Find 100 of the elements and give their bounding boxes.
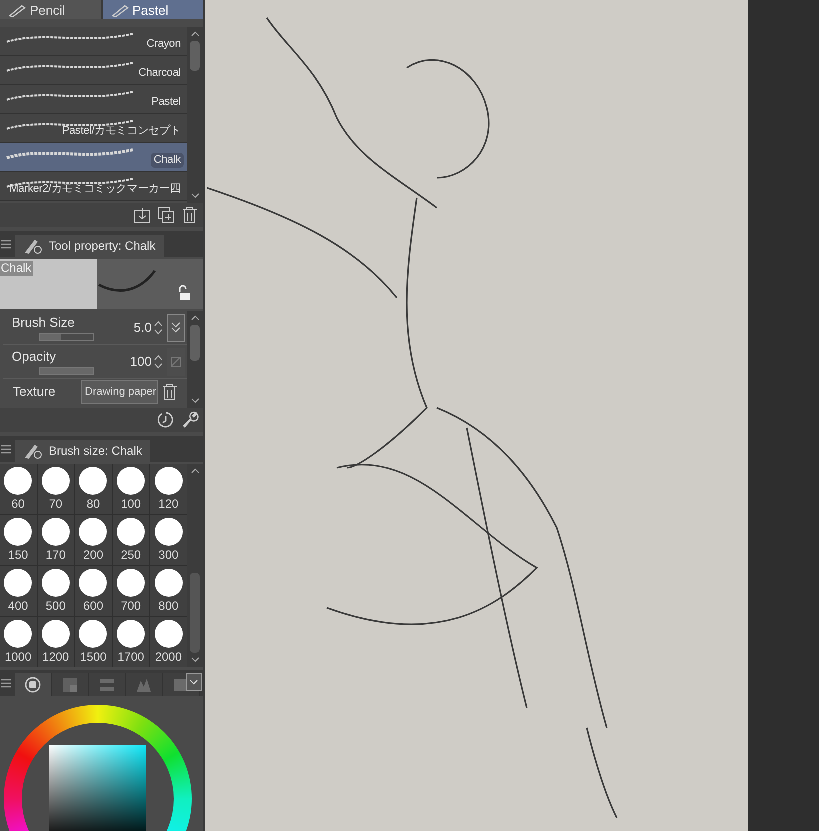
color-wheel-icon [24, 676, 42, 694]
menu-icon[interactable] [1, 444, 11, 454]
brush-tip-icon [42, 467, 70, 495]
color-panel-tab[interactable] [15, 673, 52, 696]
reset-icon[interactable] [157, 411, 175, 429]
scroll-up-icon[interactable] [190, 468, 200, 474]
color-square[interactable] [49, 745, 146, 831]
size-label: 1000 [4, 650, 32, 664]
brush-size-preset[interactable]: 1000 [0, 617, 37, 667]
color-panel-tab[interactable] [52, 673, 89, 696]
size-label: 1700 [118, 650, 144, 664]
brush-tip-icon [42, 620, 70, 648]
brush-size-preset[interactable]: 60 [0, 464, 37, 514]
brush-tip-icon [154, 569, 183, 597]
brush-size-preset[interactable]: 400 [0, 566, 37, 616]
texture-dropdown[interactable]: Drawing paper [81, 380, 158, 404]
import-icon[interactable] [134, 206, 151, 224]
brush-tip-icon [79, 569, 108, 597]
brush-tip-icon [154, 620, 183, 648]
size-label: 600 [83, 599, 104, 613]
scroll-down-icon[interactable] [190, 193, 200, 199]
size-label: 200 [83, 548, 104, 562]
panel-tab[interactable]: Tool property: Chalk [15, 235, 164, 257]
brush-size-preset[interactable]: 2000 [150, 617, 187, 667]
size-label: 100 [121, 497, 142, 511]
scroll-down-icon[interactable] [190, 657, 200, 663]
size-label: 80 [86, 497, 100, 511]
brush-tip-icon [79, 620, 108, 648]
menu-icon[interactable] [1, 678, 11, 688]
dropdown-icon[interactable] [186, 673, 202, 691]
scrollbar-thumb[interactable] [190, 41, 200, 71]
brush-tip-icon [79, 467, 108, 495]
brush-size-preset[interactable]: 300 [150, 515, 187, 565]
brush-tip-icon [154, 518, 183, 546]
brush-tip-icon [42, 518, 70, 546]
scroll-up-icon[interactable] [190, 315, 200, 321]
property-value: 5.0 [134, 318, 152, 337]
brush-size-preset[interactable]: 700 [112, 566, 150, 616]
size-label: 300 [158, 548, 179, 562]
scrollbar[interactable] [187, 27, 203, 203]
brush-size-preset[interactable]: 170 [38, 515, 74, 565]
slider-track[interactable] [39, 332, 94, 340]
brush-item[interactable]: Charcoal [0, 56, 187, 85]
brush-size-preset[interactable]: 1500 [75, 617, 112, 667]
unlock-icon[interactable] [177, 285, 191, 301]
brush-item[interactable]: Chalk [0, 143, 187, 172]
brush-item[interactable]: Crayon [0, 27, 187, 56]
scroll-down-icon[interactable] [190, 398, 200, 404]
wrench-icon[interactable] [181, 411, 199, 429]
pencil-icon [110, 5, 128, 17]
scrollbar-thumb[interactable] [190, 573, 200, 653]
menu-icon[interactable] [1, 240, 11, 248]
brush-size-preset[interactable]: 70 [38, 464, 74, 514]
scrollbar-thumb[interactable] [190, 325, 200, 361]
brush-tip-icon [117, 569, 146, 597]
brush-size-preset[interactable]: 800 [150, 566, 187, 616]
brush-tip-icon [117, 518, 146, 546]
pen-target-icon [23, 442, 43, 460]
color-panel-tab[interactable] [89, 673, 126, 696]
brush-size-preset[interactable]: 1200 [38, 617, 74, 667]
brush-item[interactable]: Marker2/カモミコミックマーカー四 [0, 172, 187, 201]
brush-tip-icon [117, 620, 146, 648]
color-panel-tab[interactable] [126, 673, 163, 696]
tool-tab[interactable]: Pastel [102, 0, 203, 19]
pencil-icon [8, 5, 26, 17]
scrollbar[interactable] [187, 311, 203, 408]
brush-tip-icon [154, 467, 183, 495]
scroll-up-icon[interactable] [190, 31, 200, 37]
size-label: 250 [121, 548, 142, 562]
size-label: 400 [8, 599, 28, 613]
brush-size-preset[interactable]: 80 [75, 464, 112, 514]
spinner-icon[interactable] [154, 354, 163, 370]
brush-size-preset[interactable]: 600 [75, 566, 112, 616]
size-label: 60 [12, 497, 25, 511]
size-label: 1200 [42, 650, 70, 664]
property-label: Texture [13, 383, 57, 402]
scrollbar[interactable] [187, 464, 203, 667]
brush-size-preset[interactable]: 120 [150, 464, 187, 514]
property-label: Opacity [12, 348, 58, 364]
property-value: 100 [130, 352, 152, 371]
trash-icon[interactable] [163, 384, 177, 400]
brush-size-preset[interactable]: 1700 [112, 617, 150, 667]
size-label: 70 [49, 497, 63, 511]
trash-icon[interactable] [182, 206, 198, 224]
spinner-icon[interactable] [154, 320, 163, 336]
brush-size-preset[interactable]: 150 [0, 515, 37, 565]
size-label: 120 [158, 497, 179, 511]
duplicate-icon[interactable] [158, 206, 175, 224]
tool-tab[interactable]: Pencil [0, 0, 100, 19]
brush-item[interactable]: Pastel/カモミコンセプト [0, 114, 187, 143]
preview-label: Chalk [0, 261, 33, 276]
brush-item[interactable]: Pastel [0, 85, 187, 114]
brush-size-preset[interactable]: 250 [112, 515, 150, 565]
brush-size-preset[interactable]: 200 [75, 515, 112, 565]
pressure-toggle-icon[interactable] [167, 314, 185, 342]
brush-tip-icon [4, 467, 32, 495]
brush-size-preset[interactable]: 100 [112, 464, 150, 514]
panel-tab[interactable]: Brush size: Chalk [15, 440, 150, 462]
color-set-icon [61, 676, 79, 694]
brush-size-preset[interactable]: 500 [38, 566, 74, 616]
